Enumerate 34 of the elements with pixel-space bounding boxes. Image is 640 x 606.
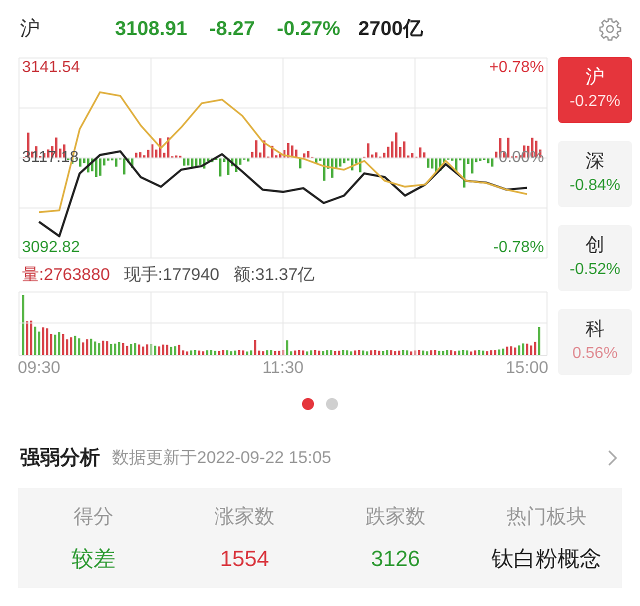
stat-value: 2763880 [44,264,110,286]
stat-value: 177940 [162,264,220,286]
market-tab[interactable]: 创 -0.52% [558,225,632,291]
column-header: 跌家数 [366,504,426,530]
index-change: -8.27 [209,16,255,42]
stat-label: 额: [233,264,256,286]
index-price: 3108.91 [115,16,188,42]
axis-label: +0.78% [489,58,544,78]
column-header: 热门板块 [506,504,586,530]
time-label: 15:00 [506,357,548,379]
section-title: 强弱分析 [20,446,100,471]
time-label: 09:30 [18,357,60,379]
settings-icon[interactable] [598,16,622,40]
axis-label: -0.78% [493,238,544,258]
time-label: 11:30 [262,357,304,379]
axis-label: 3092.82 [22,238,80,258]
stat-value: 1554 [220,544,269,572]
update-time: 数据更新于2022-09-22 15:05 [112,447,332,470]
turnover: 2700亿 [358,16,423,42]
axis-label: 3141.54 [22,58,80,78]
column-header: 得分 [74,504,114,530]
stat-value: 31.37亿 [255,264,315,286]
market-tab[interactable]: 深 -0.84% [558,141,632,207]
stat-label: 现手: [124,264,163,286]
market-tab[interactable]: 沪 -0.27% [558,57,632,123]
market-tab[interactable]: 科 0.56% [558,309,632,375]
column-header: 涨家数 [214,504,274,530]
chevron-right-icon[interactable] [606,448,618,468]
index-name: 沪 [20,16,41,42]
stat-value: 较差 [72,544,116,572]
stat-label: 量: [22,264,44,286]
index-change-percent: -0.27% [276,16,340,42]
stat-value: 3126 [371,544,420,572]
stat-value: 钛白粉概念 [492,544,602,572]
